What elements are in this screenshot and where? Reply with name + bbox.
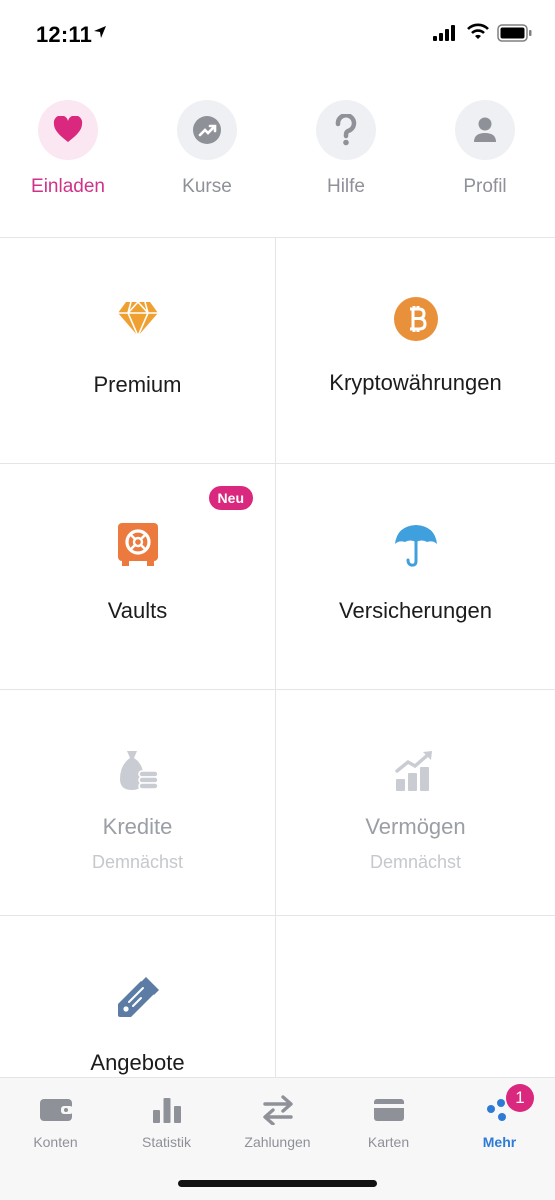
cellular-signal-icon [433, 25, 455, 41]
location-arrow-icon [94, 26, 106, 38]
tab-label: Zahlungen [244, 1134, 311, 1150]
tab-label: Mehr [482, 1134, 517, 1150]
status-bar: 12:11 [0, 0, 555, 68]
quick-action-label: Profil [463, 176, 507, 197]
status-time: 12:11 [36, 22, 93, 47]
question-icon [335, 114, 357, 146]
wallet-icon [39, 1099, 73, 1121]
person-icon-circle [455, 100, 515, 160]
tile-label: Versicherungen [339, 598, 492, 623]
tab-label: Konten [33, 1134, 78, 1150]
tile-sublabel: Demnächst [91, 852, 184, 872]
quick-action-einladen[interactable]: Einladen [8, 96, 128, 216]
tile-label: Premium [93, 372, 182, 397]
tile-empty [276, 916, 555, 1077]
quick-action-label: Hilfe [326, 176, 365, 197]
tab-zahlungen[interactable]: Zahlungen [222, 1078, 333, 1158]
quick-actions: Einladen Kurse Hilfe Profil [0, 96, 555, 236]
new-badge: Neu [208, 486, 253, 510]
heart-icon [53, 116, 83, 142]
safe-icon [117, 523, 158, 566]
trend-icon [193, 116, 221, 144]
money-bag-icon [119, 751, 159, 790]
wifi-icon [467, 23, 489, 39]
person-icon [474, 117, 496, 142]
bar-chart-icon [152, 1098, 181, 1123]
question-icon-circle [316, 100, 376, 160]
tile-kredite: Kredite Demnächst [0, 690, 276, 916]
tile-label: Vaults [107, 598, 168, 623]
umbrella-icon [394, 525, 437, 567]
tile-sublabel: Demnächst [369, 852, 462, 872]
tab-mehr[interactable]: 1 Mehr [444, 1078, 555, 1158]
bitcoin-icon [393, 297, 438, 341]
tab-label: Karten [367, 1134, 410, 1150]
heart-icon-circle [38, 100, 98, 160]
diamond-icon [117, 301, 158, 338]
quick-action-hilfe[interactable]: Hilfe [286, 96, 406, 216]
growth-chart-icon [394, 751, 432, 791]
tab-statistik[interactable]: Statistik [111, 1078, 222, 1158]
notification-badge: 1 [506, 1084, 534, 1112]
quick-action-profil[interactable]: Profil [425, 96, 545, 216]
transfer-icon [262, 1095, 293, 1125]
tab-konten[interactable]: Konten [0, 1078, 111, 1158]
tab-karten[interactable]: Karten [333, 1078, 444, 1158]
home-indicator [178, 1180, 377, 1187]
card-icon [373, 1099, 404, 1121]
tile-vermoegen: Vermögen Demnächst [276, 690, 555, 916]
coupon-icon [117, 977, 159, 1017]
tile-label: Vermögen [365, 814, 466, 839]
tile-versicherungen[interactable]: Versicherungen [276, 464, 555, 690]
tile-label: Kredite [102, 814, 173, 839]
quick-action-label: Kurse [182, 176, 232, 197]
tab-label: Statistik [141, 1134, 191, 1150]
battery-icon [497, 24, 532, 42]
tile-premium[interactable]: Premium [0, 238, 276, 464]
trend-icon-circle [177, 100, 237, 160]
tile-vaults[interactable]: Neu Vaults [0, 464, 276, 690]
tile-angebote[interactable]: Angebote [0, 916, 276, 1077]
tile-kryptowaehrungen[interactable]: Kryptowährungen [276, 238, 555, 464]
tile-label: Kryptowährungen [329, 370, 502, 395]
quick-action-kurse[interactable]: Kurse [147, 96, 267, 216]
tile-label: Angebote [90, 1050, 185, 1075]
quick-action-label: Einladen [31, 176, 105, 197]
feature-grid: Premium Kryptowährungen Neu Vaults Versi… [0, 237, 555, 1077]
